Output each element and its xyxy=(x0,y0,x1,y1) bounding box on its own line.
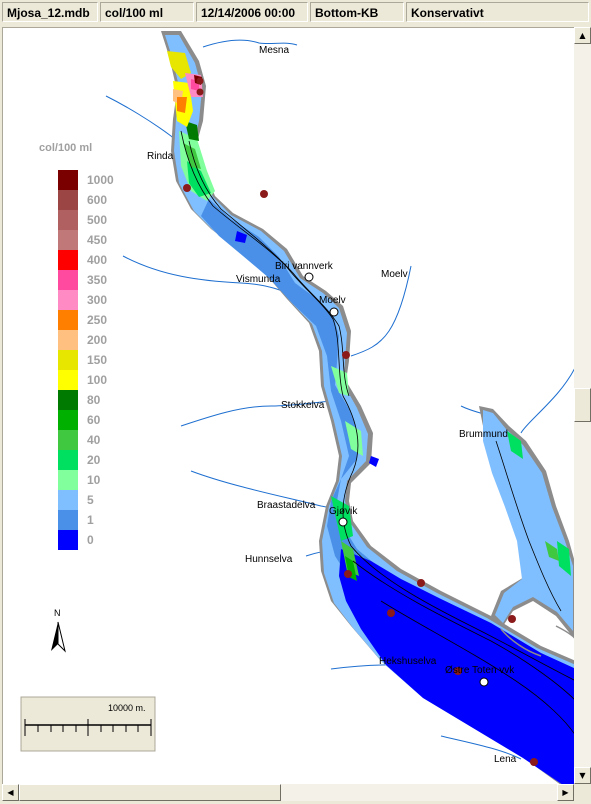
legend-title: col/100 ml xyxy=(39,142,92,154)
north-arrow: N xyxy=(51,608,66,653)
label-stokkelva: Stokkelva xyxy=(281,400,325,411)
vertical-scroll-thumb[interactable] xyxy=(574,388,591,422)
legend-label: 10 xyxy=(87,473,101,487)
legend-swatch xyxy=(58,310,78,330)
station-dot xyxy=(260,190,268,198)
legend-label: 60 xyxy=(87,413,101,427)
station-dot xyxy=(196,88,204,96)
legend-label: 1000 xyxy=(87,173,114,187)
scroll-right-button[interactable]: ▶ xyxy=(557,784,574,801)
status-datetime: 12/14/2006 00:00 xyxy=(196,2,308,22)
legend-label: 250 xyxy=(87,313,107,327)
legend-swatch xyxy=(58,370,78,390)
station-dot xyxy=(530,758,538,766)
waterworks-gjovik xyxy=(338,517,348,527)
north-arrow-label: N xyxy=(54,608,61,618)
legend-swatch xyxy=(58,290,78,310)
legend-label: 300 xyxy=(87,293,107,307)
map-view[interactable]: Mesna Rinda Biri vannverk Vismunda Moelv… xyxy=(2,27,576,786)
status-layer: Bottom-KB xyxy=(310,2,404,22)
label-biri: Biri vannverk xyxy=(275,261,334,272)
legend-swatch xyxy=(58,470,78,490)
river-brummund xyxy=(520,366,575,434)
legend-swatch xyxy=(58,170,78,190)
north-arrow-icon-right xyxy=(57,621,66,653)
station-dot xyxy=(183,184,191,192)
label-moelv-town: Moelv xyxy=(319,295,346,306)
label-gjovik: Gjøvik xyxy=(329,506,358,517)
legend-swatch xyxy=(58,430,78,450)
legend-swatch xyxy=(58,250,78,270)
station-dot xyxy=(387,609,395,617)
legend-label: 150 xyxy=(87,353,107,367)
scroll-up-button[interactable]: ▲ xyxy=(574,27,591,44)
legend: col/100 ml 10006005004504003503002502001… xyxy=(39,142,114,550)
legend-label: 100 xyxy=(87,373,107,387)
label-ostre-toten: Østre Toten vvk xyxy=(445,665,515,676)
legend-swatch xyxy=(58,450,78,470)
legend-label: 80 xyxy=(87,393,101,407)
label-brummund: Brummund xyxy=(459,429,508,440)
legend-swatch xyxy=(58,230,78,250)
legend-swatches: 1000600500450400350300250200150100806040… xyxy=(58,170,114,550)
status-file-name: Mjosa_12.mdb xyxy=(2,2,98,22)
legend-swatch xyxy=(58,490,78,510)
legend-label: 500 xyxy=(87,213,107,227)
legend-label: 20 xyxy=(87,453,101,467)
waterworks-ostre-toten xyxy=(479,677,489,687)
legend-label: 1 xyxy=(87,513,94,527)
scale-bar: 10000 m. xyxy=(20,696,156,752)
horizontal-scroll-thumb[interactable] xyxy=(19,784,281,801)
legend-swatch xyxy=(58,210,78,230)
station-dot xyxy=(344,570,352,578)
legend-swatch xyxy=(58,510,78,530)
north-arrow-icon-left xyxy=(51,622,58,651)
station-dot xyxy=(417,579,425,587)
waterworks-biri xyxy=(304,272,314,282)
legend-swatch xyxy=(58,190,78,210)
legend-label: 200 xyxy=(87,333,107,347)
legend-swatch xyxy=(58,390,78,410)
legend-label: 450 xyxy=(87,233,107,247)
scroll-down-button[interactable]: ▼ xyxy=(574,767,591,784)
station-dot xyxy=(508,615,516,623)
legend-swatch xyxy=(58,350,78,370)
legend-label: 600 xyxy=(87,193,107,207)
label-rinda: Rinda xyxy=(147,151,174,162)
legend-swatch xyxy=(58,530,78,550)
legend-label: 5 xyxy=(87,493,94,507)
map-canvas[interactable]: Mesna Rinda Biri vannverk Vismunda Moelv… xyxy=(3,28,575,785)
label-moelv-river: Moelv xyxy=(381,269,408,280)
scrollbar-corner xyxy=(574,784,591,801)
scroll-left-button[interactable]: ◀ xyxy=(2,784,19,801)
waterworks-moelv xyxy=(329,307,339,317)
legend-label: 350 xyxy=(87,273,107,287)
legend-swatch xyxy=(58,410,78,430)
station-dot xyxy=(342,351,350,359)
label-hekshuselva: Hekshuselva xyxy=(379,656,437,667)
label-mesna: Mesna xyxy=(259,45,289,56)
scale-bar-label: 10000 m. xyxy=(108,703,146,713)
label-vismunda: Vismunda xyxy=(236,274,281,285)
legend-label: 0 xyxy=(87,533,94,547)
label-braastadelva: Braastadelva xyxy=(257,500,316,511)
status-unit: col/100 ml xyxy=(100,2,194,22)
label-hunnselva: Hunnselva xyxy=(245,554,293,565)
legend-label: 400 xyxy=(87,253,107,267)
status-scenario: Konservativt xyxy=(406,2,589,22)
station-dot xyxy=(196,77,204,85)
legend-label: 40 xyxy=(87,433,101,447)
legend-swatch xyxy=(58,270,78,290)
status-bar: Mjosa_12.mdb col/100 ml 12/14/2006 00:00… xyxy=(0,0,591,26)
legend-swatch xyxy=(58,330,78,350)
label-lena: Lena xyxy=(494,754,517,765)
